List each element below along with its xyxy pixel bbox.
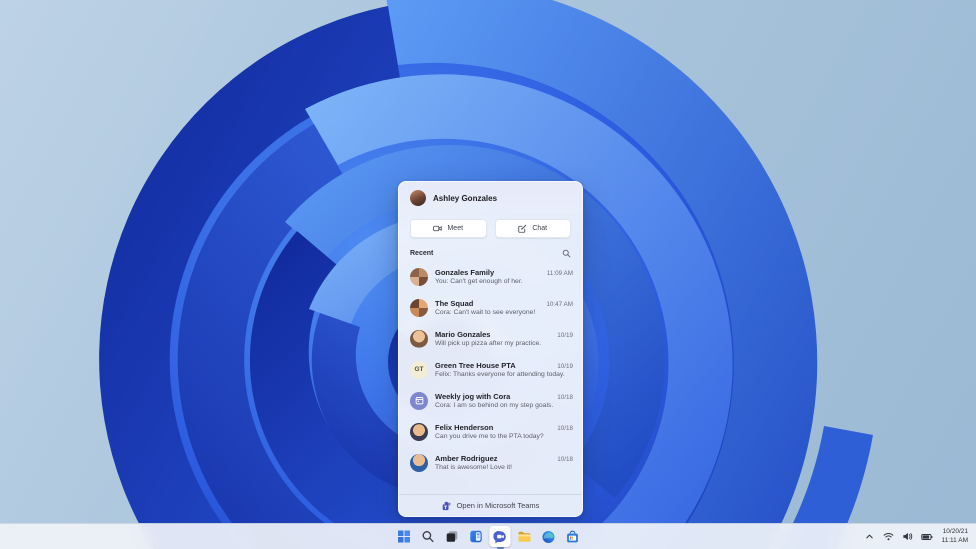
tray-chevron-up-icon[interactable] [862,528,878,546]
chat-item-weekly-jog-with-cora[interactable]: Weekly jog with Cora 10/18 Cora: I am so… [399,385,582,416]
chat-time: 10/18 [557,393,573,401]
windows-logo-icon [398,530,410,543]
chat-time: 10/18 [557,455,573,463]
edge-browser-icon [542,530,554,543]
start-button[interactable] [394,526,415,547]
chat-item-amber-rodriguez[interactable]: Amber Rodriguez 10/18 That is awesome! L… [399,447,582,478]
volume-icon[interactable] [900,528,916,546]
avatar-green-tree-house-pta: GT [410,360,428,379]
chat-time: 10:47 AM [546,300,573,308]
chat-time: 10/19 [557,331,573,339]
recent-label: Recent [410,250,434,257]
taskbar: 10/20/21 11:11 AM [0,523,976,549]
chat-preview: Cora: I am so behind on my step goals. [435,402,554,410]
chat-item-gonzales-family[interactable]: Gonzales Family 11:09 AM You: Can't get … [399,261,582,292]
teams-chat-icon [493,530,506,543]
open-in-teams-label: Open in Microsoft Teams [456,501,540,510]
microsoft-store-icon [566,530,578,542]
search-button[interactable] [418,526,439,547]
user-name: Ashley Gonzales [433,193,498,203]
chat-name: Gonzales Family [435,267,495,277]
avatar-mario-gonzales [410,329,428,348]
wifi-icon[interactable] [881,528,897,546]
chat-preview: Will pick up pizza after my practice. [435,340,542,348]
store-button[interactable] [562,526,583,547]
taskbar-clock[interactable]: 10/20/21 11:11 AM [938,528,973,545]
edge-button[interactable] [538,526,559,547]
video-camera-icon [433,225,443,232]
clock-time: 11:11 AM [941,536,969,544]
chat-button-label: Chat [532,225,548,232]
avatar-felix-henderson [410,422,428,441]
task-view-icon [446,531,458,542]
avatar-weekly-jog-calendar-icon [410,391,428,410]
battery-icon[interactable] [919,528,935,546]
avatar-the-squad [410,298,428,317]
chat-name: Amber Rodriguez [435,453,498,463]
chat-name: Weekly jog with Cora [435,391,511,401]
chat-item-the-squad[interactable]: The Squad 10:47 AM Cora: Can't wait to s… [399,292,582,323]
widgets-button[interactable] [466,526,487,547]
chat-item-felix-henderson[interactable]: Felix Henderson 10/18 Can you drive me t… [399,416,582,447]
task-view-button[interactable] [442,526,463,547]
teams-logo-icon [442,501,451,510]
chat-preview: You: Can't get enough of her. [435,278,523,286]
teams-chat-flyout: Ashley Gonzales Meet Chat Recent Gonzale… [398,181,583,517]
chat-preview: Cora: Can't wait to see everyone! [435,309,536,317]
avatar-gonzales-family [410,267,428,286]
user-avatar[interactable] [410,190,426,206]
chat-button-taskbar[interactable] [489,526,511,547]
compose-icon [518,224,527,233]
chat-preview: Can you drive me to the PTA today? [435,433,544,441]
recent-header-row: Recent [399,240,582,261]
file-explorer-button[interactable] [514,526,535,547]
action-buttons-row: Meet Chat [399,213,582,240]
open-in-teams-button[interactable]: Open in Microsoft Teams [399,494,582,516]
desktop: Ashley Gonzales Meet Chat Recent Gonzale… [0,0,976,549]
recent-chat-list: Gonzales Family 11:09 AM You: Can't get … [399,261,582,494]
chat-time: 10/18 [557,424,573,432]
chat-item-mario-gonzales[interactable]: Mario Gonzales 10/19 Will pick up pizza … [399,323,582,354]
chat-time: 11:09 AM [546,269,573,277]
chat-name: Green Tree House PTA [435,360,516,370]
system-tray: 10/20/21 11:11 AM [862,524,973,549]
clock-date: 10/20/21 [942,528,968,536]
chat-preview: That is awesome! Love it! [435,464,513,472]
chat-name: Felix Henderson [435,422,494,432]
chat-item-green-tree-house-pta[interactable]: GT Green Tree House PTA 10/19 Felix: Tha… [399,354,582,385]
meet-button[interactable]: Meet [410,219,487,238]
taskbar-center-icons [394,524,583,549]
chat-name: The Squad [435,298,474,308]
chat-preview: Felix: Thanks everyone for attending tod… [435,371,565,379]
flyout-header: Ashley Gonzales [399,182,582,213]
widgets-icon [470,530,482,543]
avatar-amber-rodriguez [410,453,428,472]
meet-button-label: Meet [447,225,464,232]
chat-button[interactable]: Chat [494,219,571,238]
search-icon [422,531,434,543]
chat-name: Mario Gonzales [435,329,491,339]
file-explorer-icon [518,531,530,542]
search-icon[interactable] [562,249,571,258]
chat-time: 10/19 [557,362,573,370]
